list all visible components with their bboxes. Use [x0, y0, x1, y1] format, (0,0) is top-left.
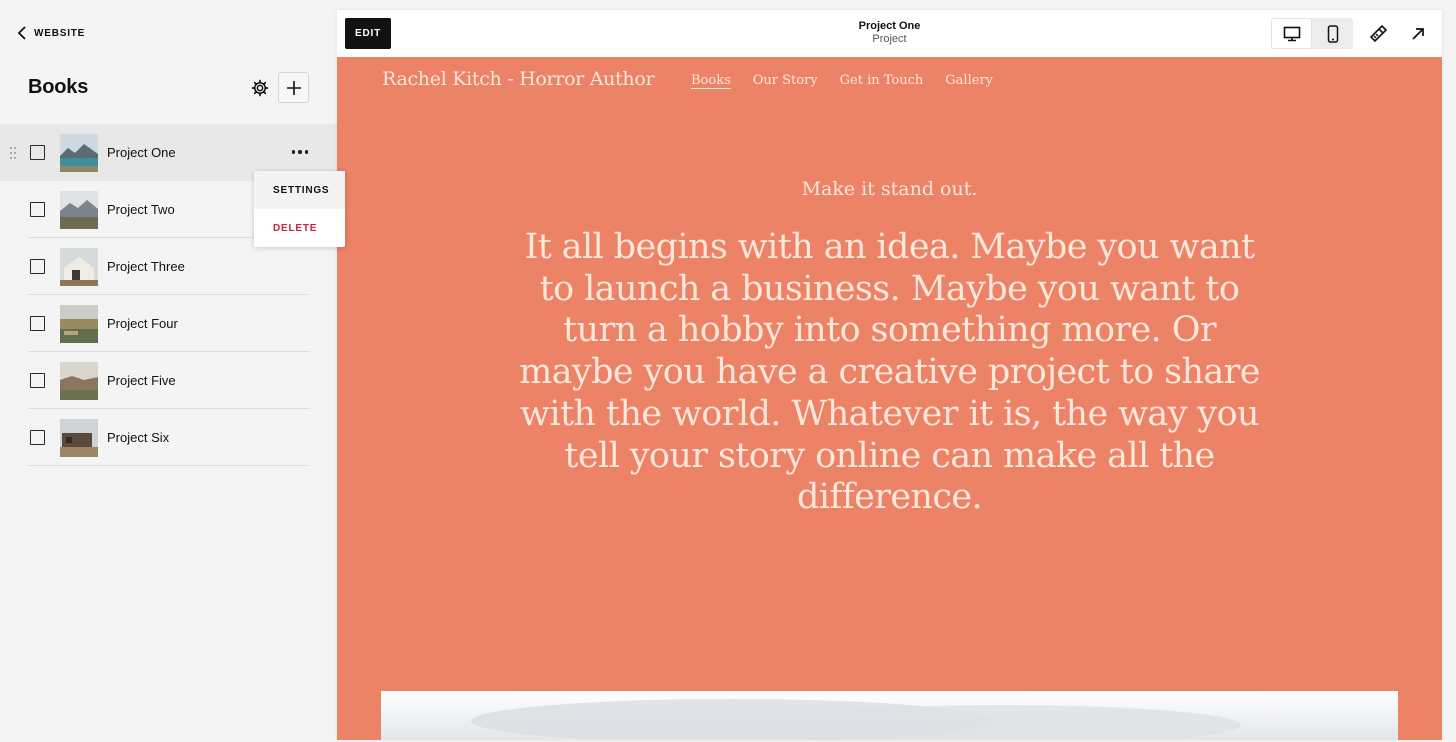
nav-link-books[interactable]: Books	[691, 73, 731, 88]
open-external-icon	[1411, 27, 1424, 40]
nav-link-our-story[interactable]: Our Story	[753, 73, 818, 88]
desktop-icon	[1283, 26, 1300, 41]
nav-link-get-in-touch[interactable]: Get in Touch	[840, 73, 924, 88]
collection-title: Books	[28, 76, 89, 98]
item-thumbnail	[60, 362, 98, 400]
item-title: Project Five	[107, 373, 176, 388]
item-context-menu: SETTINGS DELETE	[254, 171, 345, 247]
page-preview: EDIT Project One Project Rachel Kitch - …	[337, 10, 1442, 740]
item-checkbox[interactable]	[30, 259, 45, 274]
menu-item-delete[interactable]: DELETE	[254, 209, 345, 247]
site-nav: Books Our Story Get in Touch Gallery	[691, 73, 993, 88]
row-divider	[28, 465, 309, 466]
collection-sidebar: WEBSITE Books Project One Project Two Pr…	[0, 0, 345, 742]
desktop-view-button[interactable]	[1271, 18, 1312, 49]
design-brush-icon	[1369, 24, 1387, 42]
item-title: Project Four	[107, 316, 178, 331]
drag-handle-icon[interactable]	[9, 146, 17, 160]
collection-settings-button[interactable]	[249, 77, 271, 99]
gear-icon	[251, 79, 269, 97]
device-toggle	[1271, 18, 1353, 49]
back-to-website-link[interactable]: WEBSITE	[16, 25, 85, 41]
item-thumbnail	[60, 248, 98, 286]
list-item[interactable]: Project Four	[0, 295, 337, 352]
item-title: Project Six	[107, 430, 170, 445]
item-thumbnail	[60, 419, 98, 457]
site-title[interactable]: Rachel Kitch - Horror Author	[382, 68, 655, 90]
preview-toolbar: EDIT Project One Project	[337, 10, 1442, 57]
menu-item-settings[interactable]: SETTINGS	[254, 171, 345, 209]
back-label: WEBSITE	[34, 27, 86, 39]
list-item[interactable]: Project Five	[0, 352, 337, 409]
hero-image	[381, 691, 1398, 740]
list-item[interactable]: Project Six	[0, 409, 337, 466]
item-checkbox[interactable]	[30, 316, 45, 331]
item-more-options-button[interactable]	[287, 142, 313, 162]
app-root: WEBSITE Books Project One Project Two Pr…	[0, 0, 1456, 742]
site-canvas: Rachel Kitch - Horror Author Books Our S…	[337, 57, 1442, 740]
hero-text: It all begins with an idea. Maybe you wa…	[519, 227, 1260, 518]
section-tagline: Make it stand out.	[801, 178, 978, 200]
item-title: Project One	[107, 145, 176, 160]
item-thumbnail	[60, 305, 98, 343]
item-checkbox[interactable]	[30, 145, 45, 160]
item-title: Project Three	[107, 259, 185, 274]
item-checkbox[interactable]	[30, 430, 45, 445]
item-thumbnail	[60, 191, 98, 229]
mobile-icon	[1327, 24, 1338, 43]
add-item-button[interactable]	[278, 72, 309, 103]
open-site-button[interactable]	[1402, 18, 1433, 49]
item-thumbnail	[60, 134, 98, 172]
mobile-view-button[interactable]	[1312, 18, 1353, 49]
item-title: Project Two	[107, 202, 175, 217]
plus-icon	[286, 80, 301, 95]
item-checkbox[interactable]	[30, 373, 45, 388]
nav-link-gallery[interactable]: Gallery	[945, 73, 993, 88]
site-styles-button[interactable]	[1362, 18, 1393, 49]
item-checkbox[interactable]	[30, 202, 45, 217]
chevron-left-icon	[17, 26, 26, 40]
